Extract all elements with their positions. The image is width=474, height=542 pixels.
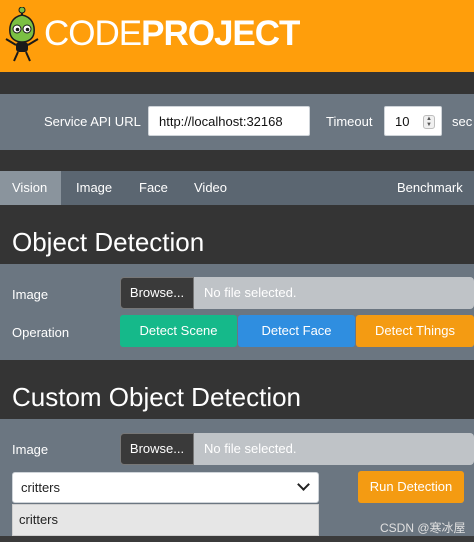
- timeout-value: 10: [395, 113, 410, 129]
- object-detection-panel: Image Browse... No file selected. Operat…: [0, 264, 474, 360]
- detect-scene-button[interactable]: Detect Scene: [120, 315, 237, 347]
- bottom-strip: [0, 536, 474, 542]
- custom-detection-header: Custom Object Detection: [0, 360, 474, 419]
- app-header: CODEPROJECT: [0, 0, 474, 72]
- tab-image[interactable]: Image: [64, 171, 124, 205]
- brand-wordmark: CODEPROJECT: [44, 14, 300, 54]
- object-detection-header: Object Detection: [0, 205, 474, 264]
- watermark-text: CSDN @寒冰屋: [380, 521, 466, 535]
- cd-browse-button[interactable]: Browse...: [120, 433, 194, 465]
- timeout-unit: sec: [452, 114, 473, 129]
- custom-detection-title: Custom Object Detection: [12, 382, 302, 412]
- detect-things-button[interactable]: Detect Things: [356, 315, 474, 347]
- detect-face-button[interactable]: Detect Face: [238, 315, 355, 347]
- tab-vision[interactable]: Vision: [0, 171, 61, 205]
- api-url-label: Service API URL: [44, 114, 141, 129]
- od-image-label: Image: [12, 287, 49, 302]
- cd-file-status: No file selected.: [194, 433, 474, 465]
- divider-strip-2: [0, 150, 474, 171]
- brand-light: CODE: [44, 14, 142, 53]
- divider-strip: [0, 72, 474, 94]
- main-tabs: Vision Image Face Video Benchmark: [0, 171, 474, 205]
- dropdown-option-critters[interactable]: critters: [12, 504, 319, 536]
- service-settings-bar: Service API URL http://localhost:32168 T…: [0, 94, 474, 150]
- od-browse-button[interactable]: Browse...: [120, 277, 194, 309]
- timeout-input[interactable]: 10 ▲ ▼: [384, 106, 442, 136]
- tab-video[interactable]: Video: [182, 171, 239, 205]
- tab-benchmark[interactable]: Benchmark: [385, 171, 474, 205]
- od-file-input[interactable]: Browse... No file selected.: [120, 277, 474, 309]
- cd-image-label: Image: [12, 442, 49, 457]
- model-select[interactable]: critters: [12, 472, 319, 503]
- codeproject-mascot-icon: [5, 7, 39, 62]
- brand-bold: PROJECT: [141, 14, 300, 53]
- cd-file-input[interactable]: Browse... No file selected.: [120, 433, 474, 465]
- operation-label: Operation: [12, 325, 70, 340]
- tab-face[interactable]: Face: [127, 171, 180, 205]
- run-detection-button[interactable]: Run Detection: [358, 471, 464, 503]
- api-url-value: http://localhost:32168: [159, 113, 283, 129]
- model-select-value: critters: [21, 480, 60, 495]
- api-url-input[interactable]: http://localhost:32168: [148, 106, 310, 136]
- chevron-down-icon: [297, 478, 310, 491]
- object-detection-title: Object Detection: [12, 227, 205, 257]
- number-stepper-icon[interactable]: ▲ ▼: [423, 115, 435, 129]
- timeout-label: Timeout: [326, 114, 373, 129]
- od-file-status: No file selected.: [194, 277, 474, 309]
